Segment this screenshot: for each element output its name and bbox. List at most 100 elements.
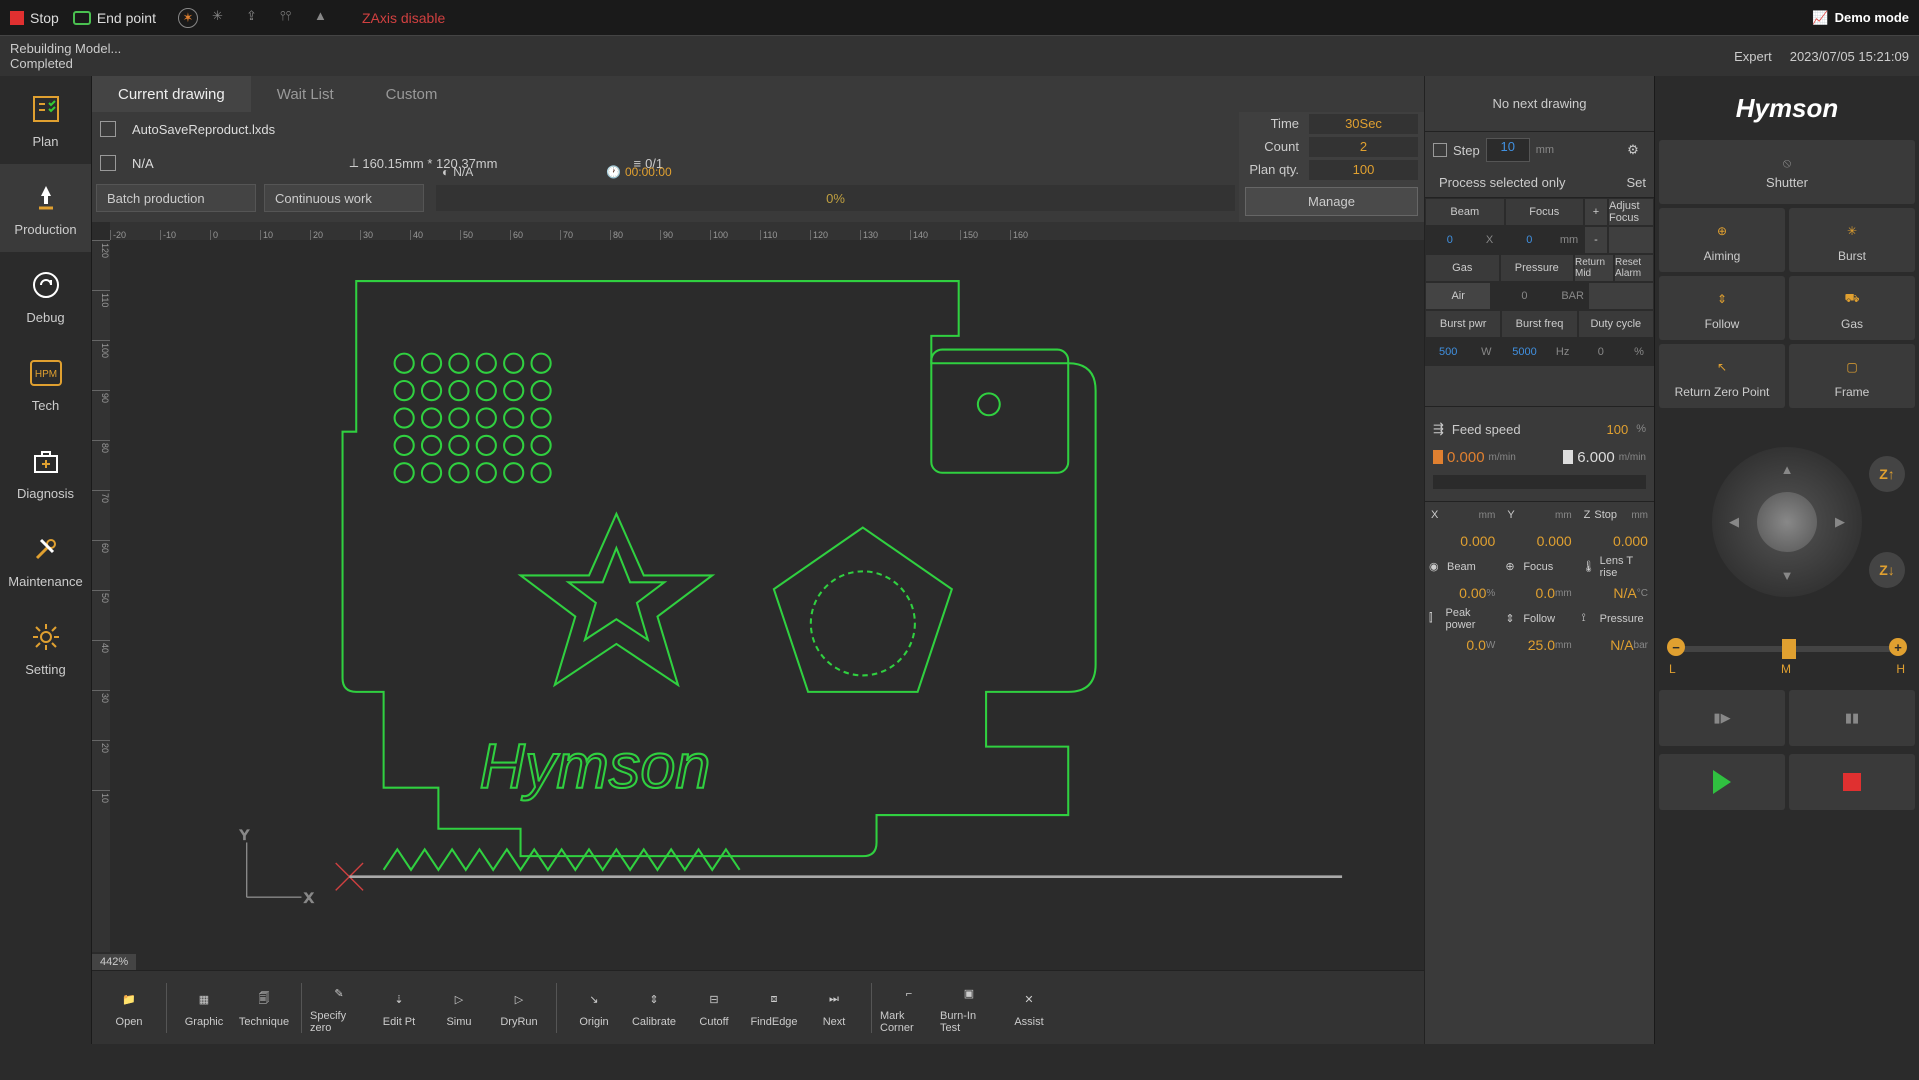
air-select[interactable]: Air [1425, 282, 1491, 310]
slider-plus-button[interactable]: + [1889, 638, 1907, 656]
burstpwr-label: Burst pwr [1425, 310, 1501, 338]
tech-icon: HPM [29, 356, 63, 390]
next-button[interactable]: ⏭Next [805, 978, 863, 1038]
calibrate-button[interactable]: ⇕Calibrate [625, 978, 683, 1038]
follow-button[interactable]: ⇕Follow [1659, 276, 1785, 340]
editpt-button[interactable]: ⇣Edit Pt [370, 978, 428, 1038]
manage-button[interactable]: Manage [1245, 187, 1418, 216]
graphic-icon: ▦ [192, 988, 216, 1012]
nav-diagnosis[interactable]: Diagnosis [0, 428, 91, 516]
open-button[interactable]: 📁Open [100, 978, 158, 1038]
tab-custom[interactable]: Custom [360, 76, 464, 112]
bp-unit: W [1471, 338, 1501, 366]
speed-slider[interactable]: − + [1669, 646, 1905, 652]
focus-input[interactable]: 0 [1505, 226, 1555, 254]
z-down-button[interactable]: Z↓ [1869, 552, 1905, 588]
assist-button[interactable]: ✕Assist [1000, 978, 1058, 1038]
origin-button[interactable]: ↘Origin [565, 978, 623, 1038]
right-column: No next drawing Step 10 mm ⚙ Process sel… [1424, 76, 1654, 1044]
technique-button[interactable]: 🗐Technique [235, 978, 293, 1038]
tab-current[interactable]: Current drawing [92, 76, 251, 112]
jog-left[interactable]: ◀ [1724, 512, 1744, 532]
params-panel: Beam Focus + Adjust Focus 0X 0mm - Gas P… [1425, 198, 1654, 366]
nav-plan[interactable]: Plan [0, 76, 91, 164]
step-checkbox[interactable] [1433, 143, 1447, 157]
z-up-button[interactable]: Z↑ [1869, 456, 1905, 492]
nav-debug[interactable]: Debug [0, 252, 91, 340]
graphic-button[interactable]: ▦Graphic [175, 978, 233, 1038]
jog-center[interactable] [1757, 492, 1817, 552]
burnin-button[interactable]: ▣Burn-In Test [940, 978, 998, 1038]
simu-button[interactable]: ▷Simu [430, 978, 488, 1038]
dim-icon: ⟂ [350, 155, 359, 171]
stop-button[interactable]: Stop [10, 10, 59, 26]
feed-slider[interactable] [1433, 475, 1646, 489]
step-input[interactable]: 10 [1486, 138, 1530, 162]
burstfreq-input[interactable]: 5000 [1501, 338, 1547, 366]
gear-icon[interactable]: ⚙ [1620, 137, 1646, 163]
duty-input[interactable]: 0 [1578, 338, 1624, 366]
nav-production-label: Production [14, 222, 76, 237]
aiming-button[interactable]: ⊕Aiming [1659, 208, 1785, 272]
dryrun-icon: ▷ [507, 988, 531, 1012]
gas-button[interactable]: ⛟Gas [1789, 276, 1915, 340]
jog-down[interactable]: ▼ [1777, 565, 1797, 585]
adjfocus-button[interactable]: Adjust Focus [1608, 198, 1654, 226]
slider-thumb[interactable] [1782, 639, 1796, 659]
findedge-button[interactable]: ⧈FindEdge [745, 978, 803, 1038]
drawing-canvas[interactable]: Hymson X Y [110, 240, 1424, 952]
nav-maintenance[interactable]: Maintenance [0, 516, 91, 604]
cutoff-button[interactable]: ⊟Cutoff [685, 978, 743, 1038]
ibeam-u: % [1486, 588, 1495, 599]
frame-icon: ▢ [1838, 353, 1866, 381]
demo-mode[interactable]: 📈 Demo mode [1812, 10, 1909, 26]
jog-up[interactable]: ▲ [1777, 459, 1797, 479]
diagnosis-icon [29, 444, 63, 478]
tool-icon-4[interactable]: ⫯⫯ [280, 8, 300, 28]
ifocus-u: mm [1555, 588, 1572, 599]
dc-unit: % [1624, 338, 1654, 366]
jog-right[interactable]: ▶ [1830, 512, 1850, 532]
tool-icon-2[interactable]: ✳ [212, 8, 232, 28]
sidenav: Plan Production Debug HPM Tech Diagnosis… [0, 76, 92, 1044]
specify-zero-button[interactable]: ✎Specify zero [310, 978, 368, 1038]
batch-select[interactable]: Batch production [96, 184, 256, 212]
tool-icon-1[interactable]: ✶ [178, 8, 198, 28]
mark-corner-button[interactable]: ⌐Mark Corner [880, 978, 938, 1038]
tab-wait[interactable]: Wait List [251, 76, 360, 112]
beam-input[interactable]: 0 [1425, 226, 1475, 254]
tool-icon-5[interactable]: ▲ [314, 8, 334, 28]
run-button[interactable] [1659, 754, 1785, 810]
dryrun-button[interactable]: ▷DryRun [490, 978, 548, 1038]
burstpwr-input[interactable]: 500 [1425, 338, 1471, 366]
folder-icon: 📁 [117, 988, 141, 1012]
nav-setting[interactable]: Setting [0, 604, 91, 692]
frame-button[interactable]: ▢Frame [1789, 344, 1915, 408]
time-value: 30Sec [1309, 114, 1418, 134]
burst-button[interactable]: ✳Burst [1789, 208, 1915, 272]
stop-run-button[interactable] [1789, 754, 1915, 810]
burnin-label: Burn-In Test [940, 1010, 998, 1034]
retmid-button[interactable]: Return Mid [1574, 254, 1614, 282]
z-axis: Z [1584, 509, 1591, 521]
reset-alarm-button[interactable]: Reset Alarm [1614, 254, 1654, 282]
play-step-button[interactable]: ▮▶ [1659, 690, 1785, 746]
plus-button[interactable]: + [1584, 198, 1608, 226]
shutter-button[interactable]: ⦸ Shutter [1659, 140, 1915, 204]
rzp-button[interactable]: ↖Return Zero Point [1659, 344, 1785, 408]
maintenance-icon [29, 532, 63, 566]
nav-tech[interactable]: HPM Tech [0, 340, 91, 428]
endpoint-button[interactable]: End point [73, 10, 156, 26]
pressure-input[interactable]: 0 [1491, 282, 1557, 310]
spacer2 [1588, 282, 1654, 310]
burst-icon: ✳ [1838, 217, 1866, 245]
status-msg-1: Rebuilding Model... [10, 41, 121, 56]
tool-icon-3[interactable]: ⇪ [246, 8, 266, 28]
pause-button[interactable]: ▮▮ [1789, 690, 1915, 746]
nav-production[interactable]: Production [0, 164, 91, 252]
continuous-select[interactable]: Continuous work [264, 184, 424, 212]
calibrate-label: Calibrate [632, 1016, 676, 1028]
slider-minus-button[interactable]: − [1667, 638, 1685, 656]
next-drawing: No next drawing [1425, 76, 1654, 132]
minus-button[interactable]: - [1584, 226, 1608, 254]
